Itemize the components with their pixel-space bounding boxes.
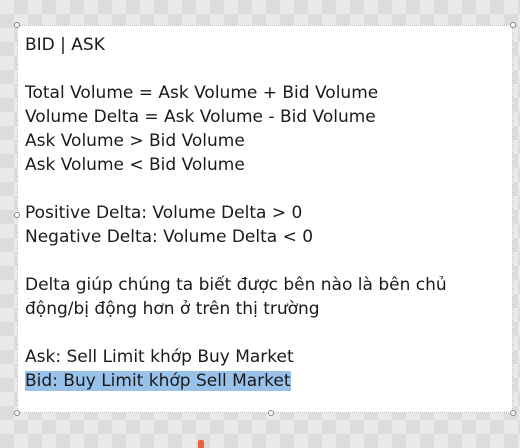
formula-line-total-volume: Total Volume = Ask Volume + Bid Volume [25,83,379,103]
formula-line-ask-less: Ask Volume < Bid Volume [25,155,245,175]
text-content[interactable]: BID | ASK Total Volume = Ask Volume + Bi… [25,33,506,393]
resize-handle-bottom-left[interactable] [14,410,20,416]
bid-line: Bid: Buy Limit khớp Sell Market [25,369,506,393]
delta-line-positive: Positive Delta: Volume Delta > 0 [25,203,303,223]
explanation-paragraph: Delta giúp chúng ta biết được bên nào là… [25,275,447,319]
ask-line: Ask: Sell Limit khớp Buy Market [25,347,294,367]
text-box[interactable]: BID | ASK Total Volume = Ask Volume + Bi… [14,22,516,416]
resize-handle-top-right[interactable] [510,22,516,28]
formula-line-ask-greater: Ask Volume > Bid Volume [25,131,245,151]
resize-handle-bottom-right[interactable] [510,410,516,416]
selected-text[interactable]: Bid: Buy Limit khớp Sell Market [25,371,291,391]
resize-handle-middle-left[interactable] [14,212,20,218]
delta-line-negative: Negative Delta: Volume Delta < 0 [25,227,314,247]
cursor-marker-icon [198,440,204,448]
heading-line: BID | ASK [25,35,105,55]
resize-handle-bottom-center[interactable] [268,410,274,416]
formula-line-volume-delta: Volume Delta = Ask Volume - Bid Volume [25,107,376,127]
resize-handle-top-left[interactable] [14,22,20,28]
